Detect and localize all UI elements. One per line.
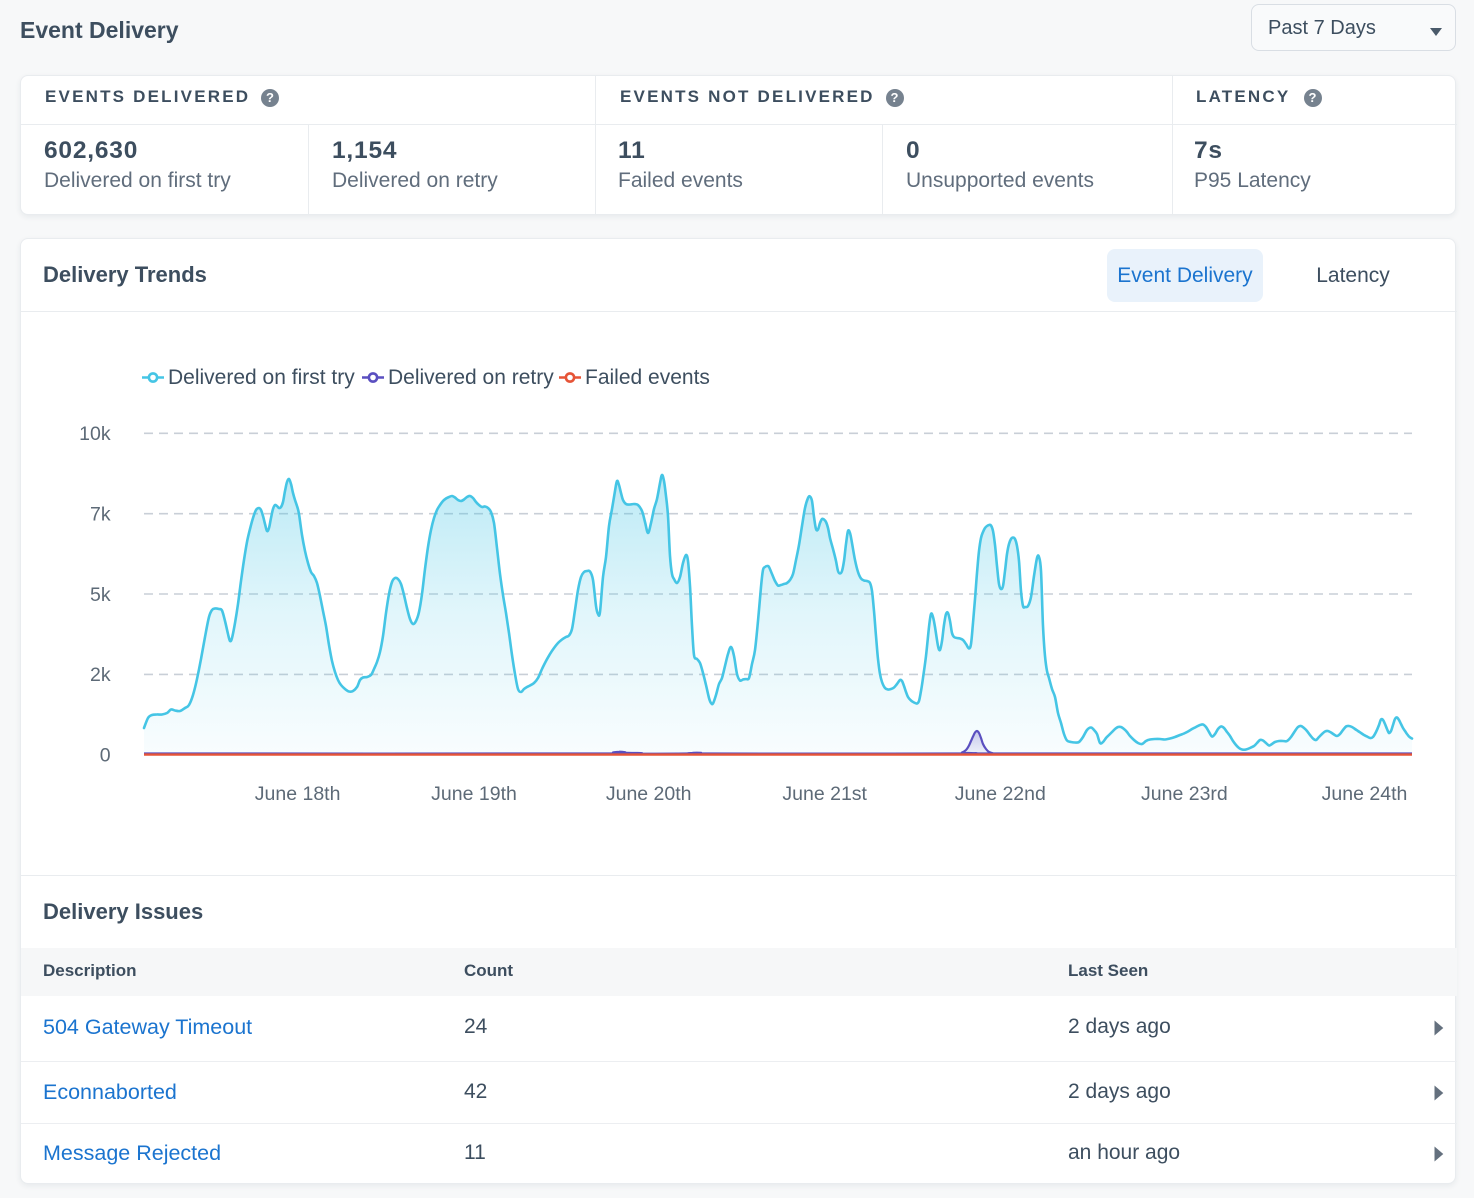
svg-text:June 18th: June 18th [255, 783, 341, 805]
svg-text:June 24th: June 24th [1322, 783, 1408, 805]
svg-text:June 21st: June 21st [782, 783, 867, 805]
svg-text:2k: 2k [90, 664, 111, 686]
svg-text:10k: 10k [79, 423, 111, 445]
svg-text:0: 0 [100, 745, 111, 767]
svg-text:June 20th: June 20th [606, 783, 692, 805]
svg-text:5k: 5k [90, 584, 111, 606]
svg-text:June 19th: June 19th [431, 783, 517, 805]
svg-text:7k: 7k [90, 504, 111, 526]
svg-text:June 22nd: June 22nd [955, 783, 1046, 805]
svg-text:June 23rd: June 23rd [1141, 783, 1228, 805]
